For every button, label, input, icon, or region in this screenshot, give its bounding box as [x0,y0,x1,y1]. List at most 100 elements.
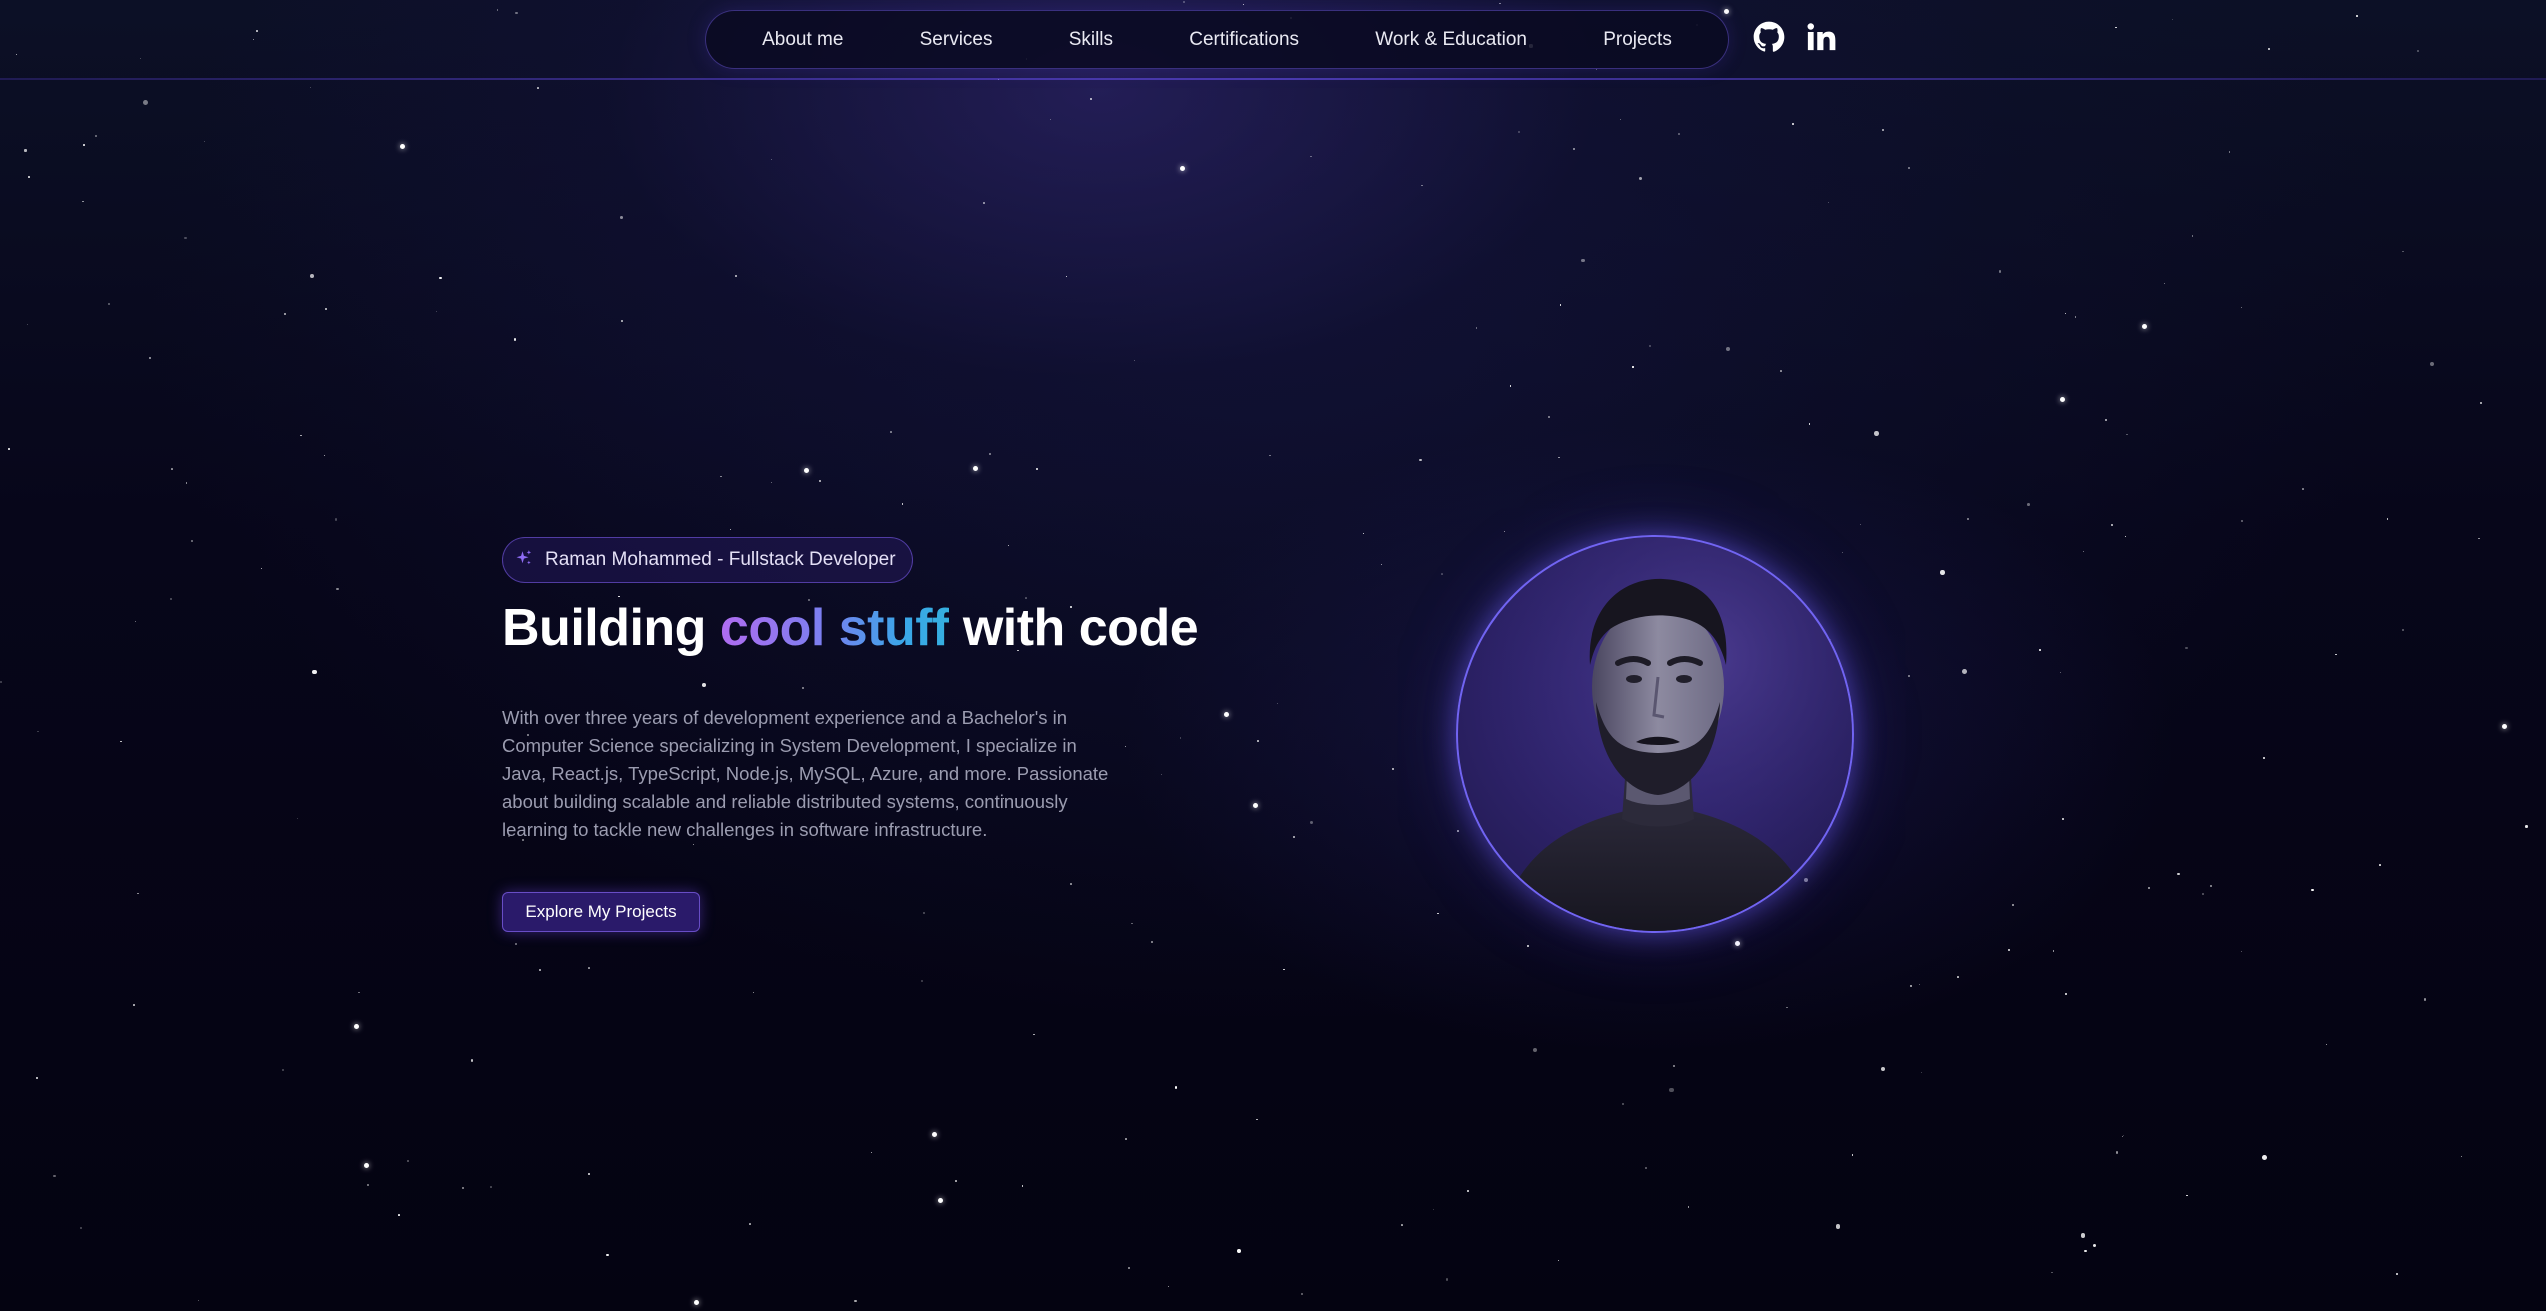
star [169,597,172,600]
star [2084,1250,2087,1253]
star [2080,1233,2086,1238]
star [770,158,772,160]
role-badge-text: Raman Mohammed - Fullstack Developer [545,549,896,570]
star [7,448,10,450]
star [1174,1086,1177,1089]
star [2335,653,2337,655]
star [819,480,821,482]
star [1828,201,1830,203]
star [702,683,707,687]
nav-certifications[interactable]: Certifications [1177,21,1311,59]
star [2402,629,2405,632]
nav-projects[interactable]: Projects [1591,21,1684,59]
star [139,57,141,60]
nav-work-education[interactable]: Work & Education [1363,21,1539,59]
star [2092,1243,2096,1247]
star [1432,1208,1435,1211]
star [1183,1,1186,4]
star [1269,454,1271,457]
star [490,1186,492,1188]
star [515,11,518,15]
star [36,730,39,733]
star [1687,1206,1690,1208]
hero-description: With over three years of development exp… [502,707,1109,840]
star [973,466,978,471]
star [1069,883,1072,886]
star [2062,818,2065,821]
nav-services[interactable]: Services [908,21,1005,59]
star [16,54,18,56]
star [748,1223,751,1225]
star [1808,423,1811,425]
star [406,1160,409,1163]
star [920,979,923,982]
star [1880,1067,1886,1072]
star [2525,825,2528,828]
star [1621,1102,1625,1105]
star [0,681,3,684]
star [2027,502,2031,506]
star [1253,803,1258,808]
star [185,482,188,484]
nav-about-me[interactable]: About me [750,21,855,59]
star [1860,523,1862,525]
star [2052,950,2055,952]
star [256,30,258,33]
role-badge: Raman Mohammed - Fullstack Developer [502,537,913,583]
star [462,1186,465,1189]
star [398,1214,401,1217]
star [1293,835,1296,838]
star [2051,1271,2053,1273]
star [471,1059,474,1062]
main-nav: About me Services Skills Certifications … [705,10,1729,69]
star [621,320,623,323]
star [439,276,442,279]
star [2355,14,2358,17]
star [890,431,893,434]
star [2124,535,2127,537]
star [2379,864,2381,866]
star [1276,703,1279,705]
star [1619,118,1622,121]
nav-skills[interactable]: Skills [1057,21,1125,59]
github-icon[interactable] [1752,20,1786,54]
star [1557,1259,1560,1262]
explore-projects-button[interactable]: Explore My Projects [502,892,700,932]
star [2240,951,2243,953]
star [938,1198,943,1203]
star [1391,767,1394,770]
star [1509,384,1512,387]
hero-title-suffix: with code [948,599,1199,657]
star [2164,282,2166,285]
star [2142,324,2147,329]
star [1725,347,1730,352]
star [730,528,732,531]
star [753,991,755,993]
star [1401,1224,1404,1227]
star [901,502,904,505]
profile-avatar [1456,535,1854,933]
star [1283,968,1285,971]
star [1499,2,1501,5]
star [1090,98,1093,101]
linkedin-icon[interactable] [1804,20,1838,54]
star [2038,649,2041,651]
star [1559,304,1562,307]
star [2122,1134,2124,1136]
star [1558,457,1560,459]
star [1961,669,1967,675]
star [27,175,30,178]
star [95,134,98,138]
star [1503,530,1506,533]
star [870,1151,872,1153]
star [2386,517,2389,520]
star [2209,885,2213,888]
star [1918,983,1920,986]
star [1638,176,1642,180]
star [2122,1136,2124,1138]
star [283,312,286,315]
star [2147,887,2151,890]
star [955,1180,958,1183]
star [1648,344,1651,347]
star [2105,419,2108,422]
